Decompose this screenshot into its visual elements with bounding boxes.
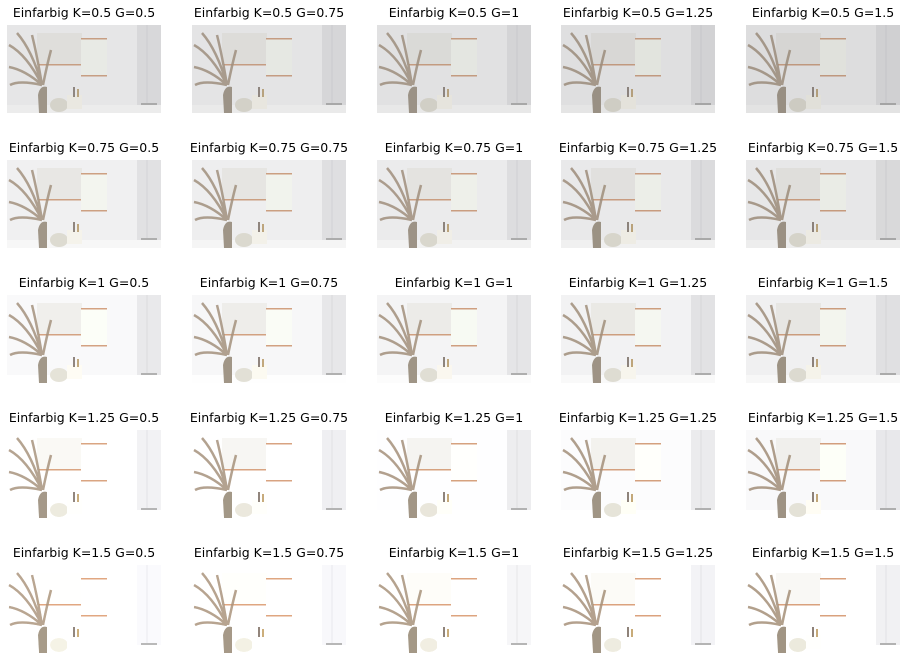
panel-title: Einfarbig K=0.75 G=1 bbox=[384, 140, 524, 155]
room-photo bbox=[7, 295, 161, 383]
room-photo bbox=[377, 160, 531, 248]
panel-title: Einfarbig K=1 G=0.75 bbox=[199, 275, 339, 290]
room-photo bbox=[192, 25, 346, 113]
panel-title: Einfarbig K=1.25 G=1.5 bbox=[747, 410, 899, 425]
room-photo bbox=[377, 295, 531, 383]
panel-title: Einfarbig K=1.5 G=0.5 bbox=[12, 545, 156, 560]
panel-title: Einfarbig K=1.25 G=1.25 bbox=[558, 410, 718, 425]
room-photo bbox=[746, 430, 900, 518]
panel-title: Einfarbig K=1.5 G=1 bbox=[388, 545, 520, 560]
room-photo bbox=[7, 160, 161, 248]
panel-title: Einfarbig K=1.5 G=0.75 bbox=[193, 545, 345, 560]
panel-title: Einfarbig K=1.5 G=1.5 bbox=[751, 545, 895, 560]
panel-title: Einfarbig K=0.5 G=1.5 bbox=[751, 5, 895, 20]
room-photo bbox=[561, 160, 715, 248]
room-photo bbox=[7, 25, 161, 113]
room-photo bbox=[561, 25, 715, 113]
room-photo bbox=[7, 565, 161, 653]
panel-title: Einfarbig K=1.5 G=1.25 bbox=[562, 545, 714, 560]
room-photo bbox=[7, 430, 161, 518]
panel-title: Einfarbig K=1.25 G=1 bbox=[384, 410, 524, 425]
room-photo bbox=[192, 295, 346, 383]
panel-title: Einfarbig K=0.75 G=0.5 bbox=[8, 140, 160, 155]
panel-title: Einfarbig K=0.5 G=1 bbox=[388, 5, 520, 20]
room-photo bbox=[746, 295, 900, 383]
panel-title: Einfarbig K=0.5 G=0.75 bbox=[193, 5, 345, 20]
panel-title: Einfarbig K=1.25 G=0.5 bbox=[8, 410, 160, 425]
room-photo bbox=[561, 295, 715, 383]
panel-title: Einfarbig K=0.75 G=0.75 bbox=[189, 140, 349, 155]
room-photo bbox=[192, 160, 346, 248]
panel-title: Einfarbig K=1 G=1.5 bbox=[757, 275, 889, 290]
panel-title: Einfarbig K=1.25 G=0.75 bbox=[189, 410, 349, 425]
room-photo bbox=[746, 25, 900, 113]
room-photo bbox=[377, 430, 531, 518]
image-grid: Einfarbig K=0.5 G=0.5 Einfarbig K=0.5 G=0… bbox=[0, 0, 907, 656]
panel-title: Einfarbig K=1 G=1 bbox=[394, 275, 514, 290]
panel-title: Einfarbig K=0.75 G=1.5 bbox=[747, 140, 899, 155]
room-photo bbox=[192, 565, 346, 653]
room-photo bbox=[561, 430, 715, 518]
panel-title: Einfarbig K=1 G=0.5 bbox=[18, 275, 150, 290]
panel-title: Einfarbig K=1 G=1.25 bbox=[568, 275, 708, 290]
panel-title: Einfarbig K=0.5 G=0.5 bbox=[12, 5, 156, 20]
room-photo bbox=[746, 565, 900, 653]
room-photo bbox=[192, 430, 346, 518]
panel-title: Einfarbig K=0.75 G=1.25 bbox=[558, 140, 718, 155]
panel-title: Einfarbig K=0.5 G=1.25 bbox=[562, 5, 714, 20]
room-photo bbox=[377, 565, 531, 653]
room-photo bbox=[561, 565, 715, 653]
room-photo bbox=[377, 25, 531, 113]
room-photo bbox=[746, 160, 900, 248]
